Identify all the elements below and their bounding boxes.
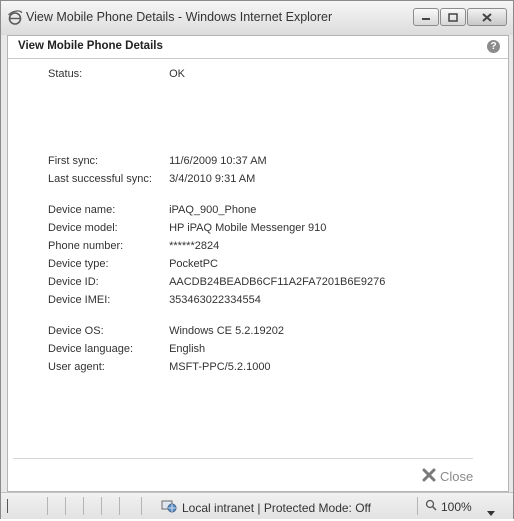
status-value: OK [169,68,185,80]
first-sync-value: 11/6/2009 10:37 AM [169,155,267,167]
device-model-value: HP iPAQ Mobile Messenger 910 [169,222,327,234]
device-os-row: Device OS: Windows CE 5.2.19202 [48,325,284,337]
dialog-header: View Mobile Phone Details ? [8,36,508,59]
first-sync-row: First sync: 11/6/2009 10:37 AM [48,155,267,167]
device-type-row: Device type: PocketPC [48,258,218,270]
phone-number-value: ******2824 [169,240,220,252]
device-language-row: Device language: English [48,343,205,355]
statusbar-divider [83,497,84,515]
caption-buttons [413,8,507,26]
zoom-control[interactable]: 100% [425,499,472,514]
device-id-row: Device ID: AACDB24BEADB6CF11A2FA7201B6E9… [48,276,385,288]
device-imei-label: Device IMEI: [48,294,111,306]
statusbar-divider [417,497,418,515]
close-x-icon [422,468,436,485]
device-model-row: Device model: HP iPAQ Mobile Messenger 9… [48,222,326,234]
dialog-title: View Mobile Phone Details [18,40,163,52]
status-bar: Local intranet | Protected Mode: Off 100… [1,492,513,519]
status-label: Status: [48,68,83,80]
status-row: Status: OK [48,68,185,80]
close-window-button[interactable] [467,8,507,26]
device-id-value: AACDB24BEADB6CF11A2FA7201B6E9276 [169,276,386,288]
footer-divider [13,458,473,459]
close-label: Close [440,469,474,484]
status-text-cursor [7,499,8,513]
security-zone[interactable]: Local intranet | Protected Mode: Off [161,499,371,516]
device-id-label: Device ID: [48,276,99,288]
title-bar[interactable]: View Mobile Phone Details - Windows Inte… [1,1,513,35]
minimize-button[interactable] [413,8,439,26]
help-icon[interactable]: ? [487,40,500,53]
phone-number-row: Phone number: ******2824 [48,240,219,252]
first-sync-label: First sync: [48,155,99,167]
window-title: View Mobile Phone Details - Windows Inte… [26,10,333,24]
maximize-button[interactable] [440,8,466,26]
device-language-value: English [169,343,206,355]
security-zone-label: Local intranet | Protected Mode: Off [182,500,371,515]
details-dialog: View Mobile Phone Details ? Status: OK F… [7,35,509,492]
last-sync-row: Last successful sync: 3/4/2010 9:31 AM [48,173,255,185]
device-language-label: Device language: [48,343,134,355]
zoom-level: 100% [441,499,472,514]
device-name-value: iPAQ_900_Phone [169,204,257,216]
zoom-magnifier-icon [425,499,437,514]
statusbar-divider [119,497,120,515]
device-type-value: PocketPC [169,258,218,270]
device-imei-value: 353463022334554 [169,294,261,306]
phone-number-label: Phone number: [48,240,124,252]
device-model-label: Device model: [48,222,118,234]
device-type-label: Device type: [48,258,109,270]
browser-window: View Mobile Phone Details - Windows Inte… [0,0,514,519]
device-name-row: Device name: iPAQ_900_Phone [48,204,256,216]
close-button[interactable]: Close [422,468,473,485]
device-os-label: Device OS: [48,325,104,337]
user-agent-row: User agent: MSFT-PPC/5.2.1000 [48,361,271,373]
user-agent-label: User agent: [48,361,105,373]
last-sync-value: 3/4/2010 9:31 AM [169,173,256,185]
user-agent-value: MSFT-PPC/5.2.1000 [169,361,271,373]
intranet-globe-icon [161,499,177,516]
device-name-label: Device name: [48,204,116,216]
device-os-value: Windows CE 5.2.19202 [169,325,285,337]
statusbar-divider [101,497,102,515]
zoom-dropdown-icon[interactable] [487,503,495,521]
ie-logo-icon [7,10,23,26]
last-sync-label: Last successful sync: [48,173,152,185]
device-imei-row: Device IMEI: 353463022334554 [48,294,261,306]
statusbar-divider [141,497,142,515]
statusbar-divider [65,497,66,515]
statusbar-divider [47,497,48,515]
